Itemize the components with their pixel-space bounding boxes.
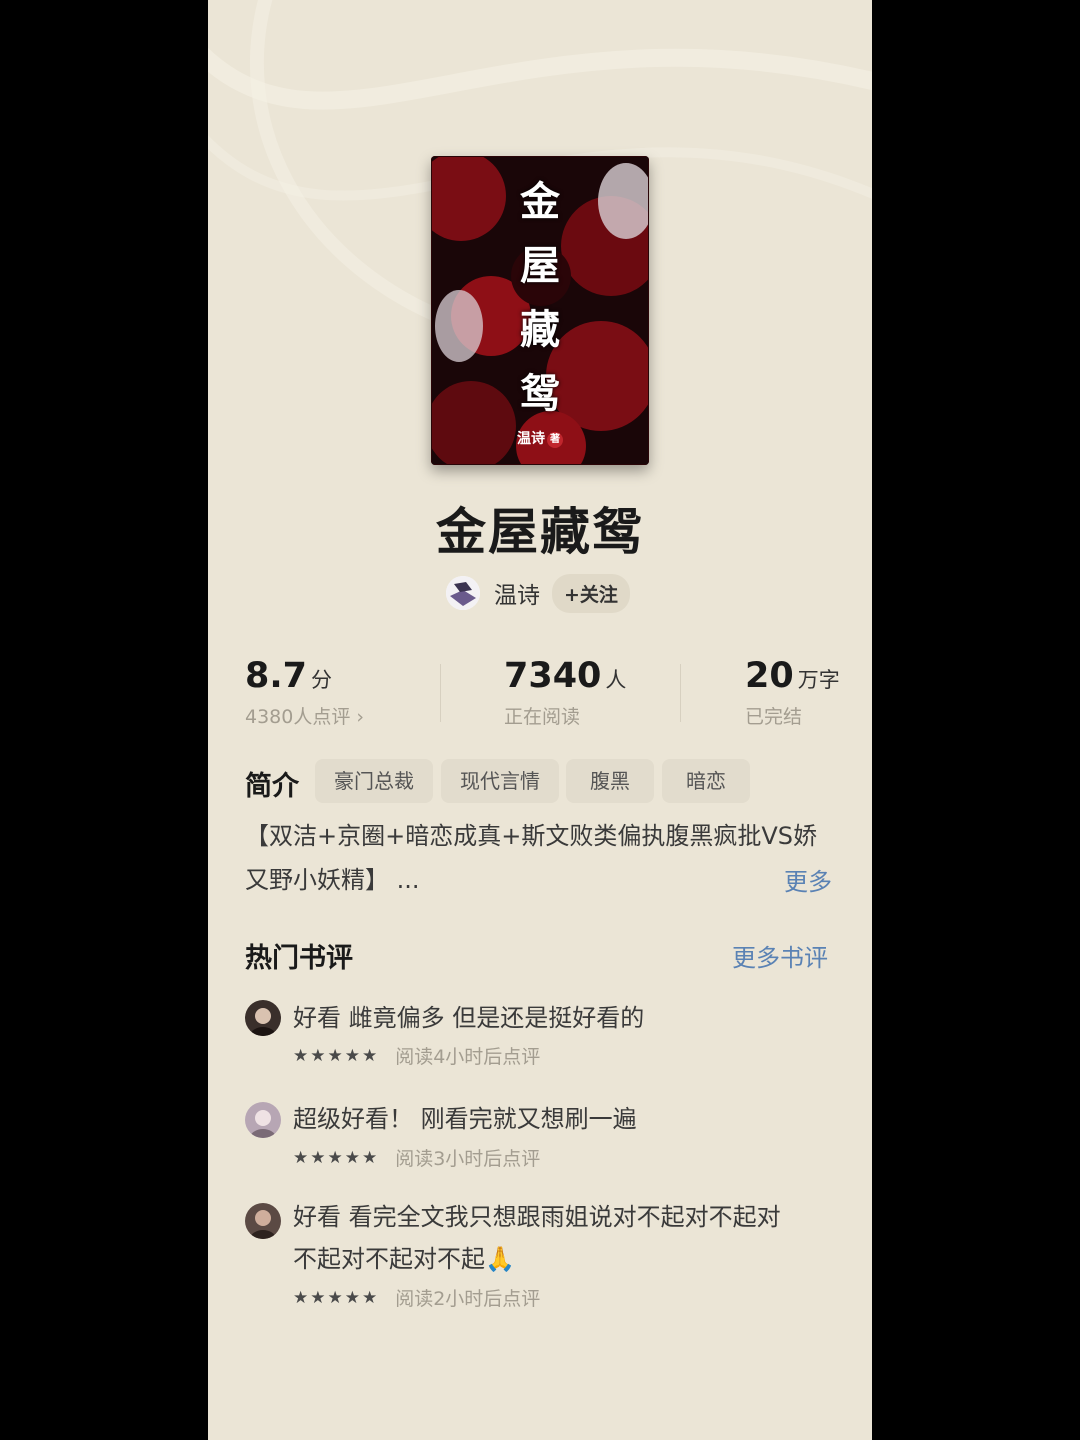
cover-author: 温诗著	[431, 428, 649, 448]
rating-value: 8.7	[245, 656, 308, 696]
readers-label: 正在阅读	[504, 706, 581, 728]
tag-chip[interactable]: 腹黑	[566, 759, 654, 803]
review-meta: ★★★★★ 阅读4小时后点评	[293, 1042, 540, 1069]
book-title: 金屋藏鸳	[436, 503, 644, 561]
cover-title: 金 屋 藏 鸳	[431, 170, 649, 426]
cover-title-char: 金	[520, 178, 560, 225]
readers-unit: 人	[605, 668, 627, 692]
words-stat: 20 万字 已完结	[745, 656, 840, 729]
reviewer-avatar[interactable]	[245, 1203, 281, 1239]
review-stars: ★★★★★	[293, 1287, 380, 1308]
more-reviews-link[interactable]: 更多书评	[732, 938, 828, 973]
reviews-title: 热门书评	[245, 943, 353, 974]
author-row: 温诗 +关注	[446, 573, 630, 613]
stat-divider	[440, 664, 441, 722]
author-name[interactable]: 温诗	[494, 576, 540, 610]
reviewer-avatar[interactable]	[245, 1102, 281, 1138]
review-time: 阅读2小时后点评	[395, 1288, 541, 1310]
review-line: 好看 看完全文我只想跟雨姐说对不起对不起对	[293, 1203, 781, 1231]
review-text[interactable]: 超级好看！ 刚看完就又想刷一遍	[293, 1098, 833, 1140]
tag-chip[interactable]: 豪门总裁	[315, 759, 433, 803]
tag-chip[interactable]: 暗恋	[662, 759, 750, 803]
review-line: 不起对不起对不起🙏	[293, 1245, 515, 1273]
words-unit: 万字	[797, 668, 840, 692]
review-meta: ★★★★★ 阅读3小时后点评	[293, 1144, 540, 1171]
book-cover[interactable]: 金 屋 藏 鸳 温诗著	[431, 156, 649, 465]
author-avatar[interactable]	[446, 576, 480, 610]
tag-chip[interactable]: 现代言情	[441, 759, 559, 803]
stat-divider	[680, 664, 681, 722]
follow-button[interactable]: +关注	[552, 573, 630, 613]
cover-title-char: 藏	[520, 306, 560, 353]
intro-label: 简介	[245, 771, 299, 802]
completion-status: 已完结	[745, 706, 803, 728]
reviewer-avatar[interactable]	[245, 1000, 281, 1036]
rating-count: 4380人点评 ›	[245, 706, 364, 728]
readers-value: 7340	[504, 656, 602, 696]
cover-title-char: 屋	[520, 242, 560, 289]
cover-title-char: 鸳	[520, 370, 560, 417]
rating-unit: 分	[311, 668, 333, 692]
intro-text[interactable]: 【双洁+京圈+暗恋成真+斯文败类偏执腹黑疯批VS娇 又野小妖精】 ...	[245, 814, 837, 902]
intro-line: 又野小妖精】 ...	[245, 866, 420, 894]
review-stars: ★★★★★	[293, 1147, 380, 1168]
review-text[interactable]: 好看 雌竟偏多 但是还是挺好看的	[293, 997, 833, 1039]
readers-stat: 7340 人 正在阅读	[504, 656, 626, 729]
intro-more-link[interactable]: 更多	[784, 862, 832, 897]
review-stars: ★★★★★	[293, 1045, 380, 1066]
review-time: 阅读3小时后点评	[395, 1148, 541, 1170]
words-value: 20	[745, 656, 794, 696]
cover-author-name: 温诗	[517, 431, 545, 447]
rating-stat[interactable]: 8.7 分 4380人点评 ›	[245, 656, 364, 729]
review-text[interactable]: 好看 看完全文我只想跟雨姐说对不起对不起对 不起对不起对不起🙏	[293, 1196, 833, 1280]
review-time: 阅读4小时后点评	[395, 1046, 541, 1068]
book-detail-screen: 金 屋 藏 鸳 温诗著 金屋藏鸳 温诗 +关注 8.7 分 4380人点评 › 7…	[208, 0, 872, 1440]
intro-line: 【双洁+京圈+暗恋成真+斯文败类偏执腹黑疯批VS娇	[245, 822, 817, 850]
cover-author-badge: 著	[547, 432, 563, 448]
review-meta: ★★★★★ 阅读2小时后点评	[293, 1284, 540, 1311]
